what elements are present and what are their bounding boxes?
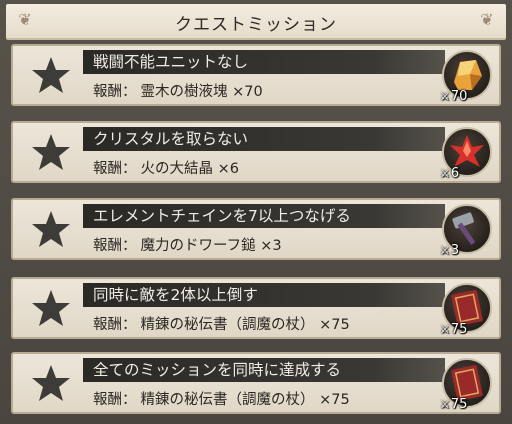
reward-item-slot[interactable]: ⚔3 (440, 202, 494, 258)
star-empty-icon (23, 129, 79, 175)
reward-quantity: ×75 (319, 392, 350, 408)
reward-quantity: ×6 (217, 161, 239, 177)
reward-label: 報酬： (93, 238, 137, 254)
reward-item-slot[interactable]: ⚔75 (440, 281, 494, 337)
reward-text: 報酬： 火の大結晶 ×6 (93, 157, 239, 178)
mission-name: エレメントチェインを7以上つなげる (83, 204, 445, 228)
reward-quantity: ×3 (260, 238, 282, 254)
star-empty-icon (23, 285, 79, 331)
reward-item: 火の大結晶 (140, 161, 214, 177)
reward-item-slot[interactable]: ⚔70 (440, 48, 494, 104)
reward-item: 精錬の秘伝書（調魔の杖） (140, 317, 315, 333)
badge-quantity: ⚔75 (440, 397, 468, 412)
title-bar: ❦ クエストミッション ❦ (6, 4, 506, 40)
reward-item-slot[interactable]: ⚔75 (440, 356, 494, 412)
reward-text: 報酬： 霊木の樹液塊 ×70 (93, 80, 263, 101)
reward-item-slot[interactable]: ⚔6 (440, 125, 494, 181)
mission-window: ❦ クエストミッション ❦ 戦闘不能ユニットなし 報酬： 霊木の樹液塊 ×70 ⚔… (0, 0, 512, 424)
mission-row[interactable]: エレメントチェインを7以上つなげる 報酬： 魔力のドワーフ鎚 ×3 ⚔3 (11, 198, 501, 260)
reward-item: 精錬の秘伝書（調魔の杖） (140, 392, 315, 408)
mission-name: クリスタルを取らない (83, 127, 445, 151)
badge-quantity: ⚔6 (440, 166, 460, 181)
mission-row[interactable]: 全てのミッションを同時に達成する 報酬： 精錬の秘伝書（調魔の杖） ×75 ⚔75 (11, 352, 501, 414)
reward-item: 霊木の樹液塊 (140, 84, 228, 100)
badge-quantity: ⚔75 (440, 322, 468, 337)
badge-quantity: ⚔70 (440, 89, 468, 104)
reward-text: 報酬： 精錬の秘伝書（調魔の杖） ×75 (93, 388, 350, 409)
reward-text: 報酬： 魔力のドワーフ鎚 ×3 (93, 234, 282, 255)
reward-text: 報酬： 精錬の秘伝書（調魔の杖） ×75 (93, 313, 350, 334)
reward-item: 魔力のドワーフ鎚 (140, 238, 256, 254)
ornament-right-icon: ❦ (480, 10, 494, 29)
mission-row[interactable]: 戦闘不能ユニットなし 報酬： 霊木の樹液塊 ×70 ⚔70 (11, 44, 501, 106)
reward-quantity: ×70 (232, 84, 263, 100)
badge-quantity: ⚔3 (440, 243, 460, 258)
mission-name: 全てのミッションを同時に達成する (83, 358, 445, 382)
mission-name: 戦闘不能ユニットなし (83, 50, 445, 74)
reward-label: 報酬： (93, 392, 137, 408)
mission-row[interactable]: クリスタルを取らない 報酬： 火の大結晶 ×6 ⚔6 (11, 121, 501, 183)
reward-label: 報酬： (93, 161, 137, 177)
mission-row[interactable]: 同時に敵を2体以上倒す 報酬： 精錬の秘伝書（調魔の杖） ×75 ⚔75 (11, 277, 501, 339)
mission-name: 同時に敵を2体以上倒す (83, 283, 445, 307)
reward-label: 報酬： (93, 317, 137, 333)
star-empty-icon (23, 360, 79, 406)
star-empty-icon (23, 52, 79, 98)
reward-label: 報酬： (93, 84, 137, 100)
reward-quantity: ×75 (319, 317, 350, 333)
star-empty-icon (23, 206, 79, 252)
page-title: クエストミッション (175, 15, 337, 35)
